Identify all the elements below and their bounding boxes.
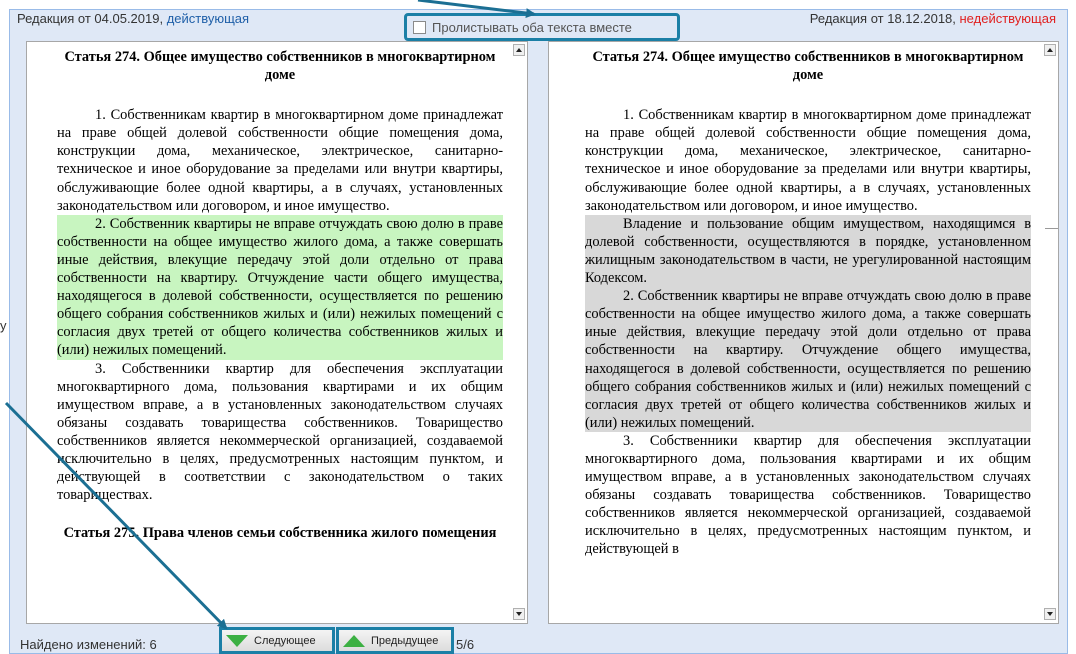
annotation-arrow-top bbox=[417, 0, 536, 19]
annotation-arrow-bottom bbox=[4, 401, 228, 630]
annotation-arrows bbox=[4, 0, 536, 630]
